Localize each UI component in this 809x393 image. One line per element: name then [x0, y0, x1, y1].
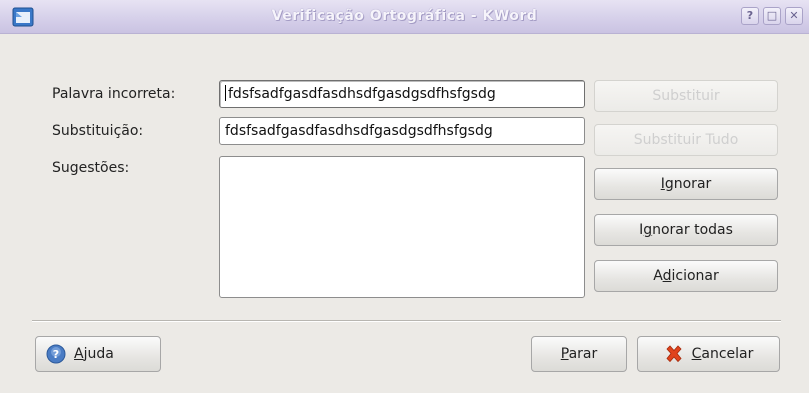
- replacement-input[interactable]: fdsfsadfgasdfasdhsdfgasdgsdfhsfgsdg: [219, 117, 585, 145]
- stop-button[interactable]: Parar: [531, 336, 627, 372]
- stop-mnemonic: P: [560, 346, 569, 362]
- help-title-button[interactable]: ?: [741, 7, 759, 25]
- help-label: juda: [83, 346, 114, 362]
- suggestions-list[interactable]: [219, 156, 585, 298]
- add-prefix: A: [653, 268, 663, 284]
- ignore-all-label: norar todas: [652, 222, 733, 238]
- svg-text:?: ?: [53, 348, 59, 361]
- cancel-label: ancelar: [701, 346, 754, 362]
- replacement-label: Substituição:: [52, 123, 144, 139]
- ignore-button[interactable]: Ignorar: [594, 168, 778, 200]
- misspelled-label: Palavra incorreta:: [52, 86, 176, 102]
- text-caret: [225, 85, 226, 101]
- ignore-label: gnorar: [664, 176, 712, 192]
- cancel-mnemonic: C: [691, 346, 702, 362]
- suggestions-label: Sugestões:: [52, 160, 130, 176]
- help-icon: ?: [46, 344, 66, 364]
- replace-all-button[interactable]: Substituir Tudo: [594, 124, 778, 156]
- cancel-button[interactable]: Cancelar: [637, 336, 780, 372]
- ignore-all-mnemonic: g: [643, 222, 653, 238]
- replace-button[interactable]: Substituir: [594, 80, 778, 112]
- title-bar[interactable]: Verificação Ortográfica - KWord ? □ ✕: [0, 0, 809, 34]
- add-to-dictionary-button[interactable]: Adicionar: [594, 260, 778, 292]
- window-title: Verificação Ortográfica - KWord: [271, 8, 538, 24]
- stop-label: arar: [568, 346, 598, 362]
- replacement-value: fdsfsadfgasdfasdhsdfgasdgsdfhsfgsdg: [225, 123, 493, 139]
- close-button[interactable]: ✕: [785, 7, 803, 25]
- ignore-all-button[interactable]: Ignorar todas: [594, 214, 778, 246]
- help-mnemonic: A: [74, 346, 84, 362]
- footer-separator: [32, 320, 781, 322]
- misspelled-word-value: fdsfsadfgasdfasdhsdfgasdgsdfhsfgsdg: [228, 86, 496, 102]
- cancel-x-icon: [666, 345, 682, 363]
- help-button[interactable]: ? Ajuda: [35, 336, 161, 372]
- add-label: icionar: [671, 268, 719, 284]
- misspelled-word-field[interactable]: fdsfsadfgasdfasdhsdfgasdgsdfhsfgsdg: [219, 80, 585, 108]
- maximize-button[interactable]: □: [763, 7, 781, 25]
